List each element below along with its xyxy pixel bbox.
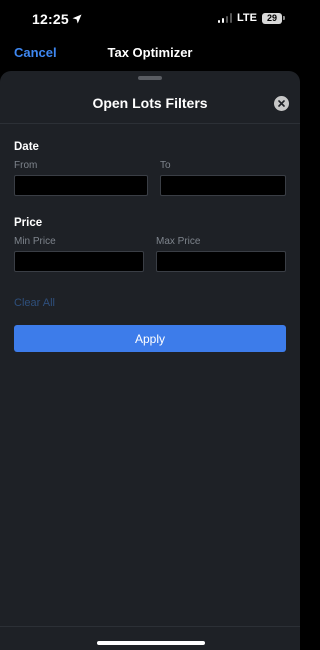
apply-button[interactable]: Apply xyxy=(14,325,286,352)
status-time: 12:25 xyxy=(32,11,69,27)
close-icon xyxy=(278,100,285,107)
status-right: LTE 29 xyxy=(217,12,285,24)
date-from-input[interactable] xyxy=(14,175,148,196)
signal-icon xyxy=(217,13,233,23)
nav-title: Tax Optimizer xyxy=(107,45,193,60)
from-label: From xyxy=(14,160,38,171)
max-price-input[interactable] xyxy=(156,251,286,272)
clear-all-button[interactable]: Clear All xyxy=(14,297,55,309)
min-price-input[interactable] xyxy=(14,251,144,272)
nav-bar: Cancel Tax Optimizer xyxy=(0,38,300,70)
min-price-label: Min Price xyxy=(14,236,56,247)
status-bar: 12:25 LTE 29 xyxy=(0,0,300,38)
battery-icon: 29 xyxy=(262,12,285,24)
sheet-grabber[interactable] xyxy=(138,76,162,80)
date-section-label: Date xyxy=(14,141,39,153)
to-label: To xyxy=(160,160,171,171)
price-section-label: Price xyxy=(14,217,43,229)
home-indicator[interactable] xyxy=(97,641,205,645)
close-button[interactable] xyxy=(274,96,289,111)
sheet-title: Open Lots Filters xyxy=(92,95,208,111)
screen: 12:25 LTE 29 Cancel Tax Optimizer Open L… xyxy=(0,0,300,650)
sheet-header: Open Lots Filters xyxy=(0,85,300,124)
filters-sheet: Open Lots Filters Date From To Price Min… xyxy=(0,71,300,626)
home-indicator-area xyxy=(0,626,300,650)
date-to-input[interactable] xyxy=(160,175,286,196)
max-price-label: Max Price xyxy=(156,236,201,247)
network-label: LTE xyxy=(237,12,257,24)
status-time-group: 12:25 xyxy=(32,11,82,27)
location-arrow-icon xyxy=(72,14,82,24)
